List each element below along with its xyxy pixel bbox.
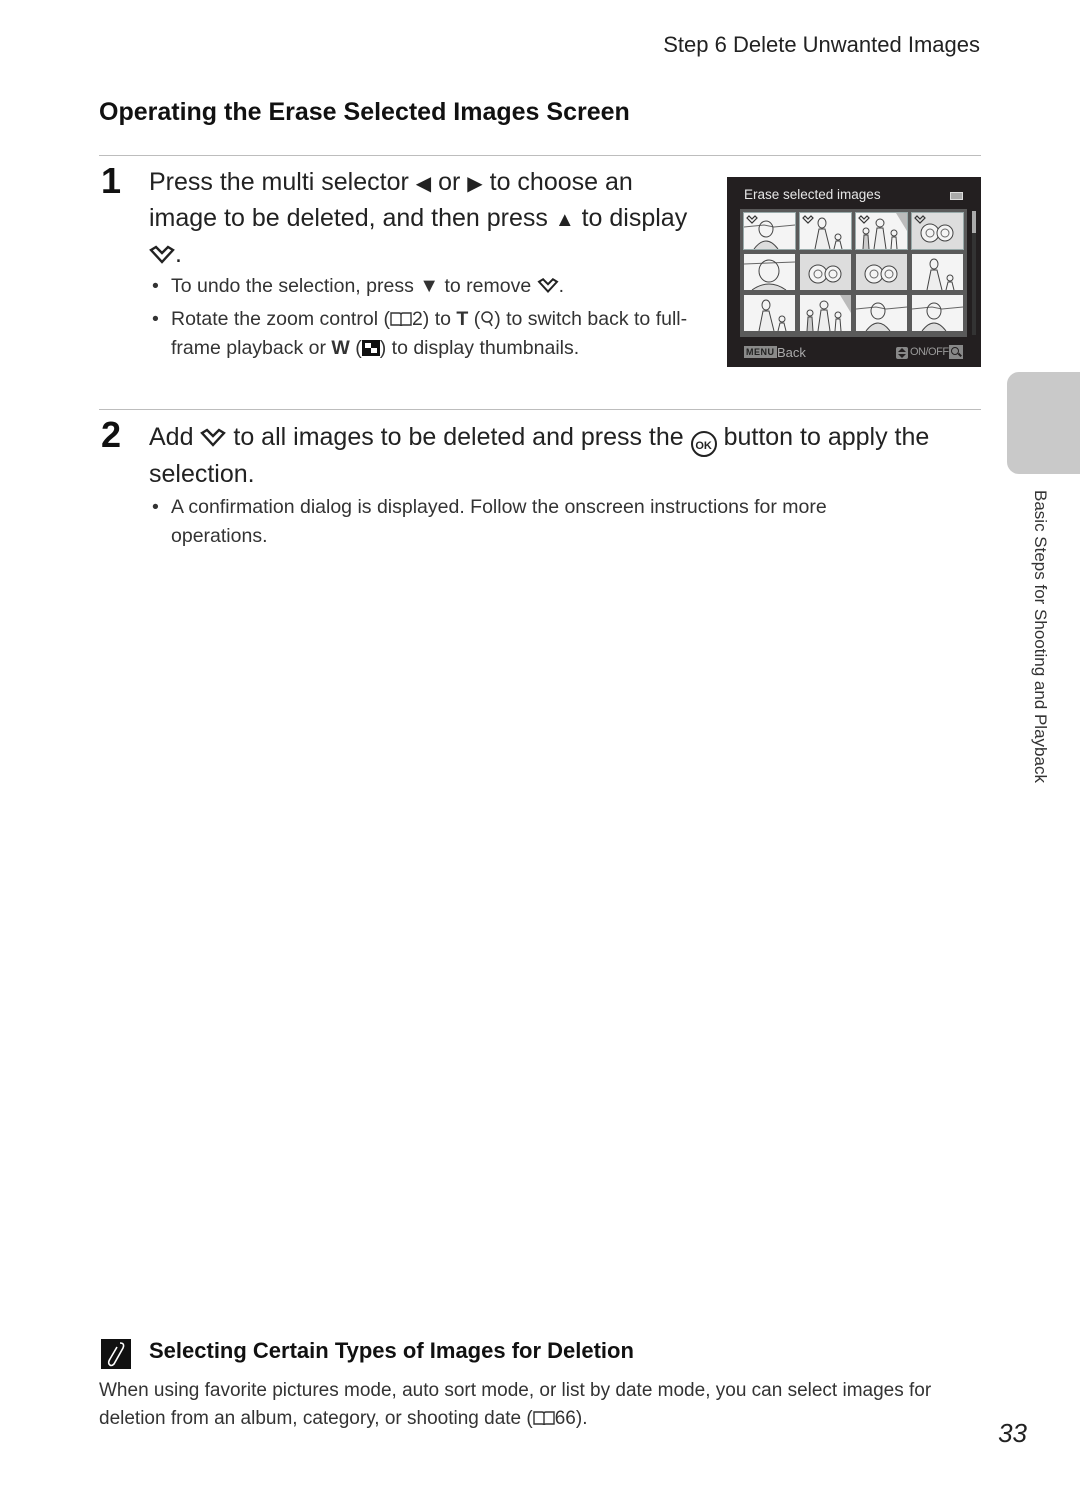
running-head: Step 6 Delete Unwanted Images — [663, 32, 980, 57]
wide-icon: W — [331, 337, 350, 359]
battery-icon — [950, 192, 963, 200]
on-off-label: ON/OFF — [910, 346, 949, 358]
chapter-tab[interactable] — [1007, 372, 1080, 474]
thumbnail-flowers[interactable] — [800, 254, 851, 290]
pencil-note-icon — [101, 1339, 131, 1369]
thumbnail-grid — [740, 209, 967, 337]
camera-screen-title: Erase selected images — [744, 187, 881, 202]
thumbnail-woman-portrait-outdoor[interactable] — [912, 295, 963, 331]
magnify-icon — [481, 311, 493, 327]
check-icon — [149, 245, 175, 264]
step-1-text: Press the multi selector ◀ or ▶ to choos… — [149, 165, 699, 271]
text: To undo the selection, press — [171, 275, 420, 297]
right-arrow-icon: ▶ — [467, 173, 483, 195]
divider — [99, 409, 981, 410]
text: or — [431, 168, 468, 196]
step-1-bullets: To undo the selection, press ▼ to remove… — [149, 272, 709, 367]
text: to display — [574, 204, 688, 232]
check-icon — [200, 428, 227, 447]
tele-icon: T — [456, 308, 469, 330]
text: Rotate the zoom control ( — [171, 308, 390, 330]
book-icon — [390, 312, 412, 327]
bullet-item: A confirmation dialog is displayed. Foll… — [149, 493, 919, 551]
step-2-bullets: A confirmation dialog is displayed. Foll… — [149, 493, 919, 555]
up-down-icon — [896, 347, 908, 359]
text: ) to display thumbnails. — [379, 337, 580, 359]
text: Add — [149, 423, 201, 451]
text: . — [558, 275, 565, 297]
bullet-item: To undo the selection, press ▼ to remove… — [149, 272, 709, 301]
up-arrow-icon: ▲ — [554, 209, 575, 231]
camera-bottom-bar: MENU Back ON/OFF — [727, 339, 981, 367]
text: Press the multi selector — [149, 168, 416, 196]
text: 66). — [554, 1408, 588, 1429]
text: ( — [349, 337, 362, 359]
camera-screen: Erase selected images MENU Back ON/OFF — [727, 177, 981, 367]
step-2-text: Add to all images to be deleted and pres… — [149, 420, 979, 491]
thumbnail-woman-portrait-outdoor[interactable] — [743, 212, 796, 250]
ok-button-icon: OK — [690, 431, 717, 457]
step-number: 1 — [101, 160, 122, 201]
thumbnail-flowers[interactable] — [856, 254, 907, 290]
thumbnail-woman-with-child[interactable] — [799, 212, 852, 250]
book-icon — [533, 1411, 555, 1426]
down-arrow-icon: ▼ — [419, 275, 440, 297]
note-body: When using favorite pictures mode, auto … — [99, 1377, 984, 1433]
zoom-icon — [949, 345, 963, 359]
section-title: Operating the Erase Selected Images Scre… — [99, 98, 630, 126]
note-title: Selecting Certain Types of Images for De… — [149, 1338, 634, 1363]
back-label: Back — [777, 345, 806, 360]
left-arrow-icon: ◀ — [415, 173, 432, 195]
step-number: 2 — [101, 414, 122, 455]
thumbnail-woman-with-child[interactable] — [744, 295, 795, 331]
bullet-item: Rotate the zoom control (2) to T () to s… — [149, 305, 709, 363]
check-icon — [537, 278, 559, 293]
text: ( — [468, 308, 481, 330]
text: . — [175, 240, 182, 268]
thumbnail-woman-with-child[interactable] — [912, 254, 963, 290]
thumbnail-icon — [361, 340, 380, 356]
thumbnail-woman-closeup[interactable] — [744, 254, 795, 290]
check-icon — [802, 215, 814, 224]
text: to all images to be deleted and press th… — [226, 423, 691, 451]
scrollbar[interactable] — [972, 211, 976, 335]
thumbnail-flowers[interactable] — [911, 212, 964, 250]
check-icon — [858, 215, 870, 224]
text: to remove — [439, 275, 537, 297]
check-icon — [746, 215, 758, 224]
thumbnail-family-walking[interactable] — [800, 295, 851, 331]
scrollbar-thumb[interactable] — [972, 211, 976, 233]
thumbnail-family-walking[interactable] — [855, 212, 908, 250]
menu-key-icon: MENU — [744, 346, 777, 358]
text: 2) to — [411, 308, 457, 330]
text: When using favorite pictures mode, auto … — [99, 1380, 932, 1429]
thumbnail-woman-portrait-outdoor[interactable] — [856, 295, 907, 331]
page-number: 33 — [998, 1418, 1027, 1448]
divider — [99, 155, 981, 156]
chapter-label: Basic Steps for Shooting and Playback — [1031, 490, 1050, 783]
